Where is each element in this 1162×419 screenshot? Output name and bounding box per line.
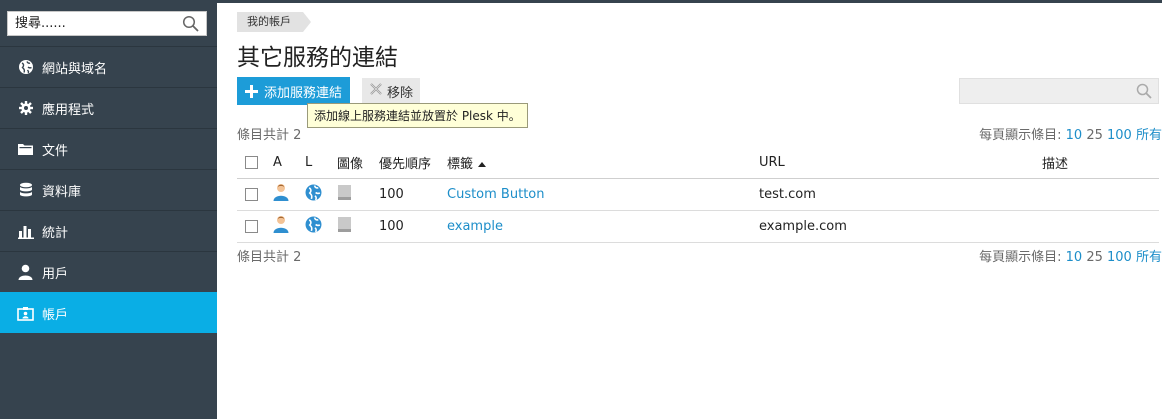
column-description[interactable]: 描述: [1042, 148, 1159, 179]
image-placeholder-icon: [337, 184, 352, 205]
per-page-all[interactable]: 所有: [1136, 250, 1162, 265]
remove-label: 移除: [387, 85, 414, 101]
column-a[interactable]: A: [273, 148, 305, 179]
description-value: [1042, 178, 1159, 211]
sidebar: 網站與域名 應用程式 文件 資料庫 統計: [0, 0, 217, 419]
row-label-link[interactable]: Custom Button: [447, 187, 544, 202]
sidebar-item-label: 文件: [42, 143, 69, 159]
column-label: 標籤: [447, 157, 474, 173]
column-label-header[interactable]: 標籤: [447, 148, 759, 179]
remove-button[interactable]: 移除: [362, 78, 421, 104]
per-page-100[interactable]: 100: [1107, 250, 1132, 265]
sidebar-nav: 網站與域名 應用程式 文件 資料庫 統計 用戶 帳戶: [0, 46, 217, 333]
search-icon[interactable]: [1136, 83, 1152, 102]
row-checkbox[interactable]: [245, 187, 258, 201]
globe-icon: [305, 216, 322, 237]
per-page-label: 每頁顯示條目:: [979, 128, 1062, 143]
row-checkbox[interactable]: [245, 219, 258, 233]
service-links-table: A L 圖像 優先順序 標籤 URL 描述 100 Custom Button …: [237, 148, 1159, 243]
per-page-25: 25: [1086, 250, 1103, 265]
user-icon: [17, 264, 34, 281]
sidebar-item-statistics[interactable]: 統計: [0, 210, 217, 251]
table-header-row: A L 圖像 優先順序 標籤 URL 描述: [237, 148, 1159, 179]
sidebar-search-input[interactable]: [8, 12, 178, 35]
sidebar-item-label: 網站與域名: [42, 61, 108, 77]
add-service-link-button[interactable]: 添加服務連結: [237, 77, 351, 105]
sidebar-item-label: 用戶: [42, 266, 69, 282]
sort-ascending-icon: [478, 162, 487, 168]
list-search: [959, 78, 1159, 104]
column-url[interactable]: URL: [759, 148, 1042, 179]
per-page-100[interactable]: 100: [1107, 128, 1132, 143]
account-card-icon: [17, 305, 34, 322]
sidebar-item-label: 帳戶: [42, 307, 69, 323]
per-page-selector: 每頁顯示條目: 10 25 100 所有: [979, 124, 1162, 143]
priority-value: 100: [379, 178, 447, 211]
column-l[interactable]: L: [305, 148, 337, 179]
column-priority[interactable]: 優先順序: [379, 148, 447, 179]
sidebar-item-files[interactable]: 文件: [0, 128, 217, 169]
table-row: 100 Custom Button test.com: [237, 178, 1159, 211]
sidebar-item-websites[interactable]: 網站與域名: [0, 46, 217, 87]
list-search-input[interactable]: [960, 79, 1130, 103]
database-icon: [17, 182, 34, 199]
per-page-10[interactable]: 10: [1066, 250, 1083, 265]
bar-chart-icon: [17, 223, 34, 240]
sidebar-search: [7, 11, 207, 36]
url-value: test.com: [759, 178, 1042, 211]
per-page-25: 25: [1086, 128, 1103, 143]
column-image[interactable]: 圖像: [337, 148, 379, 179]
add-button-tooltip: 添加線上服務連結並放置於 Plesk 中。: [307, 103, 528, 128]
total-count-bottom: 條目共計 2: [237, 250, 302, 265]
per-page-10[interactable]: 10: [1066, 128, 1083, 143]
select-all-checkbox[interactable]: [245, 156, 258, 170]
gear-icon: [17, 100, 34, 117]
user-icon: [273, 216, 289, 237]
description-value: [1042, 210, 1159, 243]
sidebar-item-users[interactable]: 用戶: [0, 251, 217, 292]
add-service-link-label: 添加服務連結: [264, 85, 343, 101]
remove-x-icon: [369, 82, 383, 100]
sidebar-item-account[interactable]: 帳戶: [0, 292, 217, 333]
priority-value: 100: [379, 210, 447, 243]
row-label-link[interactable]: example: [447, 219, 503, 234]
main-content: 我的帳戶 其它服務的連結 添加服務連結 移除 條目共計 2 每頁顯示條目: 10…: [217, 0, 1162, 419]
search-icon[interactable]: [182, 15, 199, 35]
url-value: example.com: [759, 210, 1042, 243]
per-page-all[interactable]: 所有: [1136, 128, 1162, 143]
image-placeholder-icon: [337, 216, 352, 237]
table-row: 100 example example.com: [237, 210, 1159, 243]
per-page-selector-bottom: 每頁顯示條目: 10 25 100 所有: [979, 246, 1162, 265]
plus-icon: [245, 84, 258, 98]
folder-icon: [17, 141, 34, 158]
page-title: 其它服務的連結: [237, 45, 398, 71]
per-page-label: 每頁顯示條目:: [979, 250, 1062, 265]
sidebar-item-label: 應用程式: [42, 102, 95, 118]
sidebar-item-applications[interactable]: 應用程式: [0, 87, 217, 128]
top-bar: [217, 0, 1162, 3]
sidebar-item-databases[interactable]: 資料庫: [0, 169, 217, 210]
user-icon: [273, 184, 289, 205]
sidebar-item-label: 資料庫: [42, 184, 82, 200]
breadcrumb[interactable]: 我的帳戶: [237, 12, 311, 32]
globe-icon: [305, 184, 322, 205]
globe-icon: [17, 59, 34, 76]
total-count: 條目共計 2: [237, 128, 302, 143]
sidebar-item-label: 統計: [42, 225, 69, 241]
